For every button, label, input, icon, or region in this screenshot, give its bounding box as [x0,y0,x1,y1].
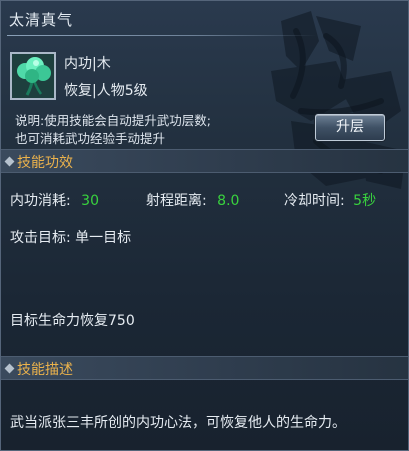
effects-section-title: 技能功效 [17,155,73,171]
skill-description-line-2: 也可消耗武功经验手动提升 [15,131,166,146]
cooldown-label: 冷却时间: [284,193,345,209]
attack-target-line: 攻击目标: 单一目标 [10,230,132,246]
cost-stat: 内功消耗: 30 [10,190,99,210]
skill-description-line-1: 说明:使用技能会自动提升武功层数; [15,113,211,128]
range-label: 射程距离: [146,193,207,209]
title-divider [7,35,317,36]
skill-tooltip-panel: 太清真气 内功|木 恢复|人物5级 说明:使用技能会自动提升武功层数; 也可消耗… [0,0,409,451]
diamond-bullet-icon [4,156,15,167]
description-section-title: 技能描述 [17,362,73,378]
range-value: 8.0 [217,193,240,209]
skill-lore-text: 武当派张三丰所创的内功心法，可恢复他人的生命力。 [10,415,346,431]
description-section-header: 技能描述 [1,356,408,380]
diamond-bullet-icon [4,363,15,374]
upgrade-button[interactable]: 升层 [315,114,385,141]
range-stat: 射程距离: 8.0 [146,190,239,210]
heal-amount-line: 目标生命力恢复750 [10,313,135,329]
cooldown-value: 5秒 [353,193,377,209]
cost-value: 30 [81,193,99,209]
cost-label: 内功消耗: [10,193,71,209]
title-bar: 太清真气 [1,1,408,37]
effects-section-header: 技能功效 [1,149,408,173]
jade-cloud-skill-icon [10,52,56,100]
skill-type-line: 内功|木 [64,56,111,72]
skill-effect-line: 恢复|人物5级 [64,83,148,99]
cooldown-stat: 冷却时间: 5秒 [284,190,376,210]
window-title: 太清真气 [9,11,74,29]
